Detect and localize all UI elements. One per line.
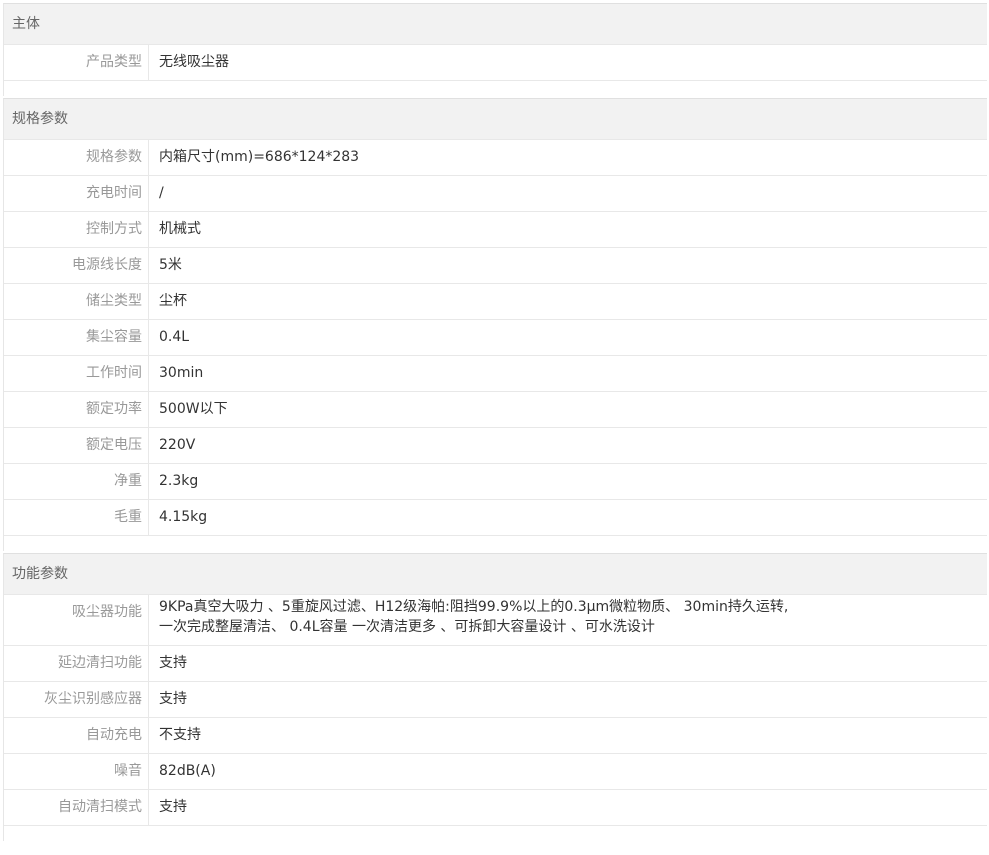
- spec-row: 产品类型 无线吸尘器: [4, 44, 987, 80]
- spec-row: 规格参数 内箱尺寸(mm)=686*124*283: [4, 139, 987, 175]
- spec-row: 灰尘识别感应器 支持: [4, 681, 987, 717]
- group-title: 功能参数: [4, 554, 987, 594]
- group-footer: [4, 825, 987, 841]
- spec-row: 自动清扫模式 支持: [4, 789, 987, 825]
- spec-row: 工作时间 30min: [4, 355, 987, 391]
- spec-value: 9KPa真空大吸力 、5重旋风过滤、H12级海帕:阻挡99.9%以上的0.3μm…: [159, 599, 789, 635]
- spec-key: 充电时间: [4, 176, 149, 211]
- spec-row: 储尘类型 尘杯: [4, 283, 987, 319]
- spec-key: 控制方式: [4, 212, 149, 247]
- group-footer: [4, 535, 987, 551]
- spec-row: 噪音 82dB(A): [4, 753, 987, 789]
- spec-value: 5米: [159, 257, 182, 273]
- spec-group-specs: 规格参数 规格参数 内箱尺寸(mm)=686*124*283 充电时间 / 控制方式…: [3, 98, 987, 551]
- spec-key: 净重: [4, 464, 149, 499]
- spec-row: 额定电压 220V: [4, 427, 987, 463]
- spec-value: 220V: [159, 437, 196, 453]
- spec-key: 灰尘识别感应器: [4, 682, 149, 717]
- spec-key: 吸尘器功能: [4, 595, 149, 645]
- spec-row: 净重 2.3kg: [4, 463, 987, 499]
- spec-key: 自动清扫模式: [4, 790, 149, 825]
- spec-key: 规格参数: [4, 140, 149, 175]
- spec-value: 支持: [159, 691, 187, 707]
- spec-key: 额定电压: [4, 428, 149, 463]
- spec-row: 充电时间 /: [4, 175, 987, 211]
- spec-key: 集尘容量: [4, 320, 149, 355]
- spec-row: 额定功率 500W以下: [4, 391, 987, 427]
- spec-key: 噪音: [4, 754, 149, 789]
- spec-row: 电源线长度 5米: [4, 247, 987, 283]
- group-title: 主体: [4, 4, 987, 44]
- spec-value: 机械式: [159, 221, 201, 237]
- spec-row: 集尘容量 0.4L: [4, 319, 987, 355]
- spec-row: 自动充电 不支持: [4, 717, 987, 753]
- group-title: 规格参数: [4, 99, 987, 139]
- spec-value: 内箱尺寸(mm)=686*124*283: [159, 149, 360, 165]
- spec-group-features: 功能参数 吸尘器功能 9KPa真空大吸力 、5重旋风过滤、H12级海帕:阻挡99.…: [3, 553, 987, 841]
- spec-value: 82dB(A): [159, 763, 216, 779]
- spec-row: 控制方式 机械式: [4, 211, 987, 247]
- spec-value: 尘杯: [159, 293, 187, 309]
- spec-value: 支持: [159, 799, 187, 815]
- spec-value: 0.4L: [159, 329, 190, 345]
- spec-group-main: 主体 产品类型 无线吸尘器: [3, 3, 987, 96]
- spec-key: 电源线长度: [4, 248, 149, 283]
- spec-key: 工作时间: [4, 356, 149, 391]
- spec-key: 额定功率: [4, 392, 149, 427]
- spec-key: 自动充电: [4, 718, 149, 753]
- spec-value: 4.15kg: [159, 509, 208, 525]
- spec-value: 2.3kg: [159, 473, 199, 489]
- spec-row: 延边清扫功能 支持: [4, 645, 987, 681]
- spec-value: 支持: [159, 655, 187, 671]
- group-footer: [4, 80, 987, 96]
- spec-value: 无线吸尘器: [159, 54, 229, 70]
- spec-value: 30min: [159, 365, 204, 381]
- spec-row: 吸尘器功能 9KPa真空大吸力 、5重旋风过滤、H12级海帕:阻挡99.9%以上的…: [4, 594, 987, 645]
- spec-sheet: 主体 产品类型 无线吸尘器 规格参数 规格参数 内箱尺寸(mm)=686*124*…: [0, 0, 989, 841]
- spec-value: 不支持: [159, 727, 201, 743]
- spec-key: 延边清扫功能: [4, 646, 149, 681]
- spec-value: 500W以下: [159, 401, 228, 417]
- spec-row: 毛重 4.15kg: [4, 499, 987, 535]
- spec-key: 毛重: [4, 500, 149, 535]
- spec-key: 产品类型: [4, 45, 149, 80]
- spec-value: /: [159, 185, 164, 201]
- spec-key: 储尘类型: [4, 284, 149, 319]
